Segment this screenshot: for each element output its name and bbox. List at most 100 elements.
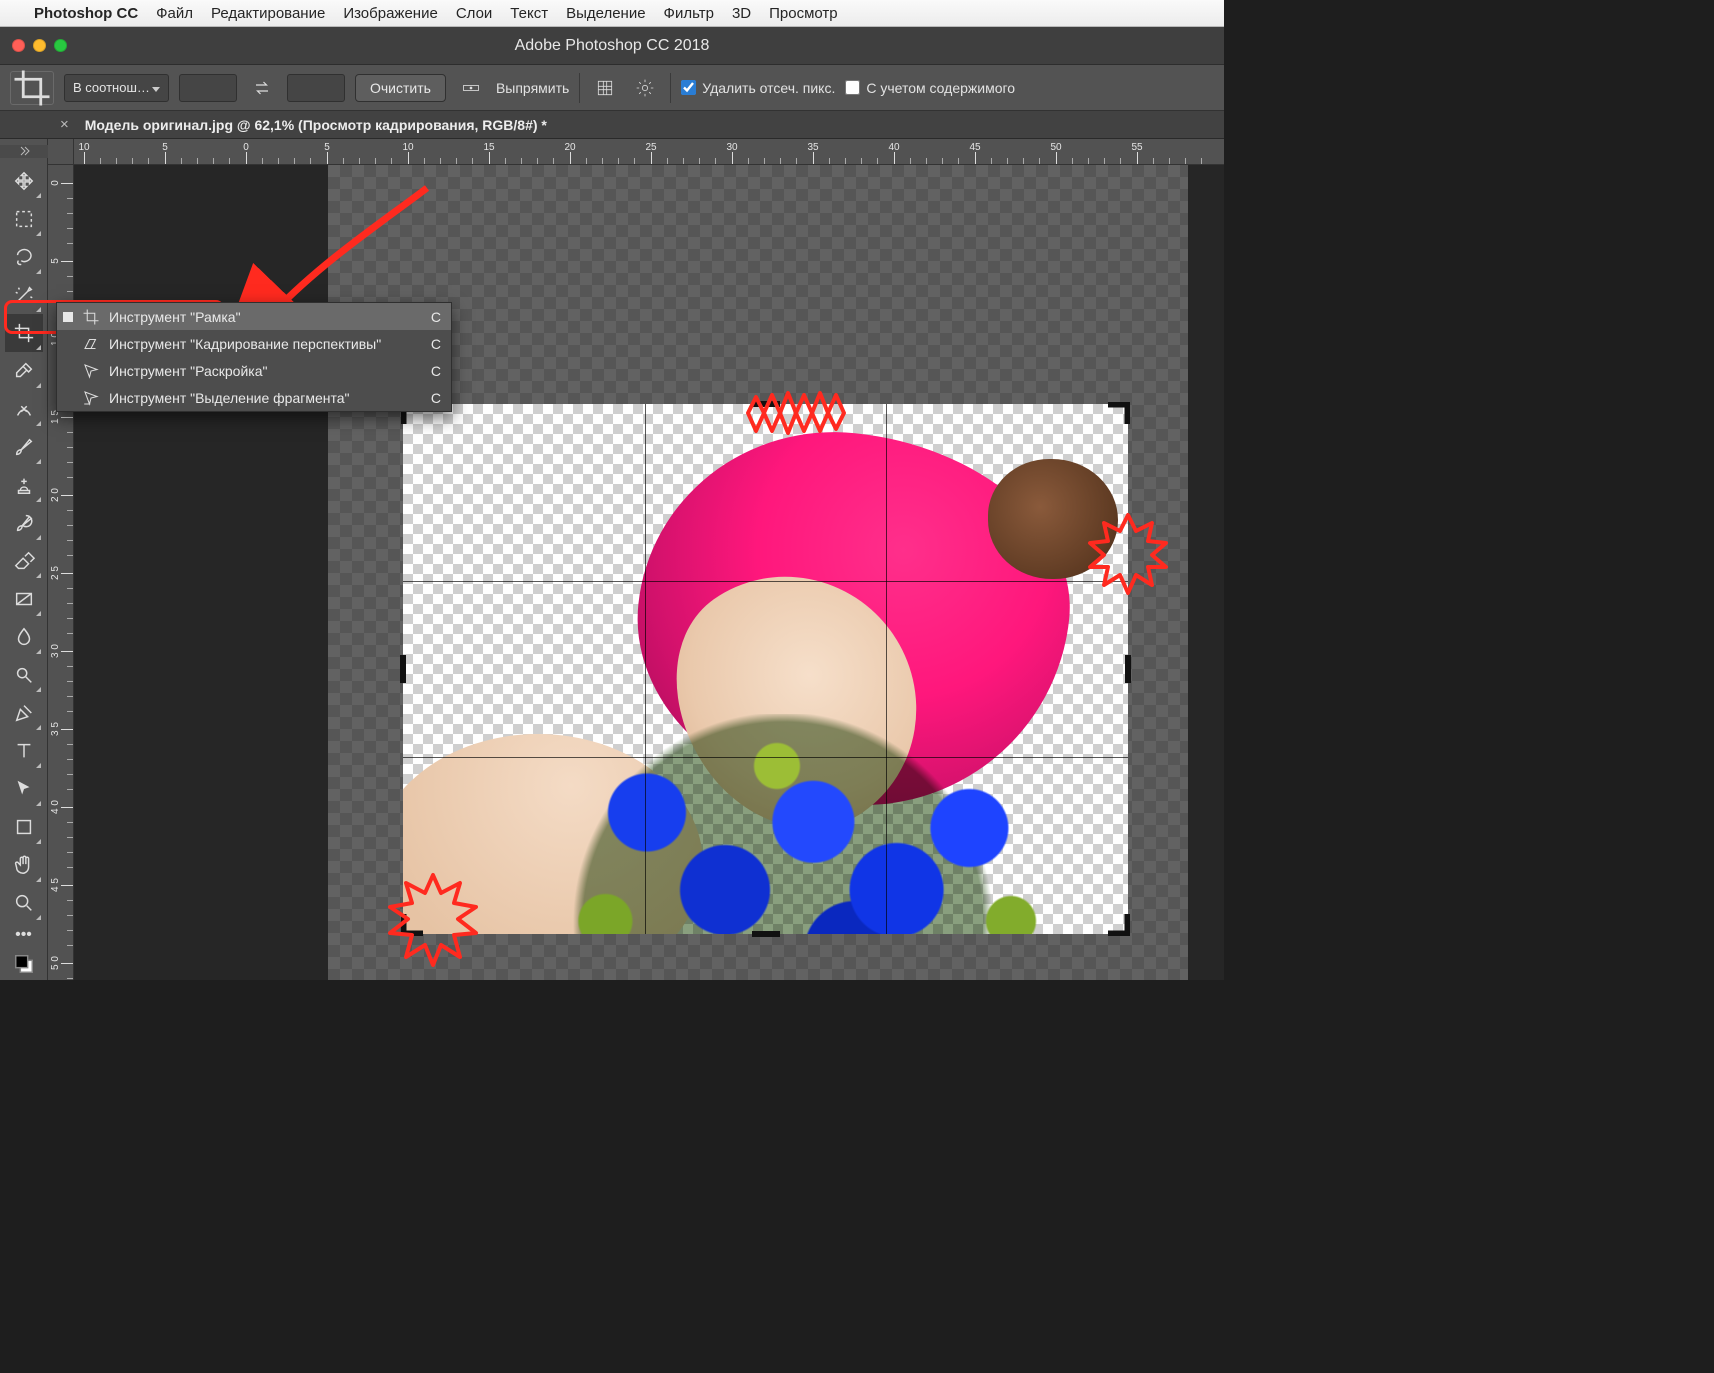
brush-tool[interactable] xyxy=(5,428,43,466)
app-menu[interactable]: Photoshop CC xyxy=(34,5,138,22)
swatch-icon xyxy=(13,953,35,975)
straighten-icon-button[interactable] xyxy=(456,74,486,102)
blur-tool[interactable] xyxy=(5,618,43,656)
window-close-button[interactable] xyxy=(12,39,25,52)
dodge-tool[interactable] xyxy=(5,656,43,694)
marquee-tool-icon xyxy=(13,208,35,230)
content-aware-label: С учетом содержимого xyxy=(866,80,1015,96)
flyout-selected-dot xyxy=(63,393,73,403)
flyout-selected-dot xyxy=(63,366,73,376)
document-tab-title: Модель оригинал.jpg @ 62,1% (Просмотр ка… xyxy=(85,117,547,133)
path-select-tool-icon xyxy=(13,778,35,800)
ruler-v-label: 2 0 xyxy=(50,488,61,502)
content-aware-input[interactable] xyxy=(845,80,860,95)
window-minimize-button[interactable] xyxy=(33,39,46,52)
menu-file[interactable]: Файл xyxy=(156,5,193,22)
window-title: Adobe Photoshop CC 2018 xyxy=(515,37,710,55)
aspect-ratio-value: В соотнош… xyxy=(73,80,150,95)
swap-width-height-button[interactable] xyxy=(247,74,277,102)
crop-height-input[interactable] xyxy=(287,74,345,102)
type-tool[interactable] xyxy=(5,732,43,770)
ruler-h-label: 15 xyxy=(483,142,494,153)
tool-preset-picker[interactable] xyxy=(10,71,54,105)
close-tab-icon[interactable]: × xyxy=(60,116,69,133)
move-tool[interactable] xyxy=(5,162,43,200)
menu-layers[interactable]: Слои xyxy=(456,5,492,22)
delete-cropped-checkbox[interactable]: Удалить отсеч. пикс. xyxy=(681,80,835,96)
flyout-item-shortcut: C xyxy=(431,390,441,406)
flyout-item[interactable]: Инструмент "Выделение фрагмента" C xyxy=(57,384,451,411)
crop-width-input[interactable] xyxy=(179,74,237,102)
content-aware-checkbox[interactable]: С учетом содержимого xyxy=(845,80,1015,96)
window-zoom-button[interactable] xyxy=(54,39,67,52)
tools-expand-toggle[interactable] xyxy=(0,145,48,158)
level-icon xyxy=(461,78,481,98)
menu-type[interactable]: Текст xyxy=(510,5,548,22)
canvas-area[interactable]: 1050510152025303540455055 051 01 52 02 5… xyxy=(48,139,1224,980)
ruler-v-label: 4 5 xyxy=(50,878,61,892)
delete-cropped-input[interactable] xyxy=(681,80,696,95)
grid-icon xyxy=(595,78,615,98)
crop-tool-flyout[interactable]: Инструмент "Рамка" C Инструмент "Кадриро… xyxy=(56,302,452,412)
foreground-background-swatch[interactable] xyxy=(5,949,43,980)
history-brush-tool[interactable] xyxy=(5,504,43,542)
window-title-bar: Adobe Photoshop CC 2018 xyxy=(0,27,1224,65)
menu-select[interactable]: Выделение xyxy=(566,5,645,22)
eyedropper-tool[interactable] xyxy=(5,352,43,390)
clear-label: Очистить xyxy=(370,80,431,96)
type-tool-icon xyxy=(13,740,35,762)
flyout-item[interactable]: Инструмент "Кадрирование перспективы" C xyxy=(57,330,451,357)
gradient-tool-icon xyxy=(13,588,35,610)
eraser-tool[interactable] xyxy=(5,542,43,580)
path-select-tool[interactable] xyxy=(5,770,43,808)
menu-edit[interactable]: Редактирование xyxy=(211,5,325,22)
overlay-options-button[interactable] xyxy=(590,74,620,102)
healing-brush-tool-icon xyxy=(13,398,35,420)
ruler-h-label: 30 xyxy=(726,142,737,153)
healing-brush-tool[interactable] xyxy=(5,390,43,428)
tools-panel: ••• xyxy=(0,139,48,980)
macos-menu-bar[interactable]: Photoshop CC Файл Редактирование Изображ… xyxy=(0,0,1224,27)
zoom-tool[interactable] xyxy=(5,884,43,922)
history-brush-tool-icon xyxy=(13,512,35,534)
delete-cropped-label: Удалить отсеч. пикс. xyxy=(702,80,835,96)
separator xyxy=(579,73,580,103)
lasso-tool-icon xyxy=(13,246,35,268)
flyout-item-label: Инструмент "Выделение фрагмента" xyxy=(109,390,423,406)
clone-stamp-tool[interactable] xyxy=(5,466,43,504)
document-tab[interactable]: × Модель оригинал.jpg @ 62,1% (Просмотр … xyxy=(60,116,547,133)
ruler-origin[interactable] xyxy=(48,139,74,165)
pen-tool[interactable] xyxy=(5,694,43,732)
menu-view[interactable]: Просмотр xyxy=(769,5,838,22)
rectangle-tool[interactable] xyxy=(5,808,43,846)
crop-options-gear[interactable] xyxy=(630,74,660,102)
menu-image[interactable]: Изображение xyxy=(343,5,438,22)
eraser-tool-icon xyxy=(13,550,35,572)
menu-filter[interactable]: Фильтр xyxy=(664,5,714,22)
marquee-tool[interactable] xyxy=(5,200,43,238)
crop-tool[interactable] xyxy=(5,314,43,352)
lasso-tool[interactable] xyxy=(5,238,43,276)
vertical-ruler[interactable]: 051 01 52 02 53 03 54 04 55 0 xyxy=(48,165,74,980)
tool-options-bar: В соотнош… Очистить Выпрямить Удалить от… xyxy=(0,65,1224,111)
ruler-h-label: 10 xyxy=(402,142,413,153)
flyout-item-icon xyxy=(81,361,101,381)
ruler-v-label: 1 5 xyxy=(50,410,61,424)
hand-tool-icon xyxy=(13,854,35,876)
gradient-tool[interactable] xyxy=(5,580,43,618)
ruler-h-label: 45 xyxy=(969,142,980,153)
menu-3d[interactable]: 3D xyxy=(732,5,751,22)
ruler-v-label: 3 0 xyxy=(50,644,61,658)
magic-wand-tool-icon xyxy=(13,284,35,306)
aspect-ratio-dropdown[interactable]: В соотнош… xyxy=(64,74,169,102)
flyout-item[interactable]: Инструмент "Рамка" C xyxy=(57,303,451,330)
magic-wand-tool[interactable] xyxy=(5,276,43,314)
hand-tool[interactable] xyxy=(5,846,43,884)
clear-aspect-button[interactable]: Очистить xyxy=(355,74,446,102)
flyout-item[interactable]: Инструмент "Раскройка" C xyxy=(57,357,451,384)
edit-toolbar-button[interactable]: ••• xyxy=(5,922,43,949)
horizontal-ruler[interactable]: 1050510152025303540455055 xyxy=(74,139,1224,165)
flyout-item-label: Инструмент "Раскройка" xyxy=(109,363,423,379)
ruler-h-label: 40 xyxy=(888,142,899,153)
crop-preview[interactable] xyxy=(403,404,1128,934)
